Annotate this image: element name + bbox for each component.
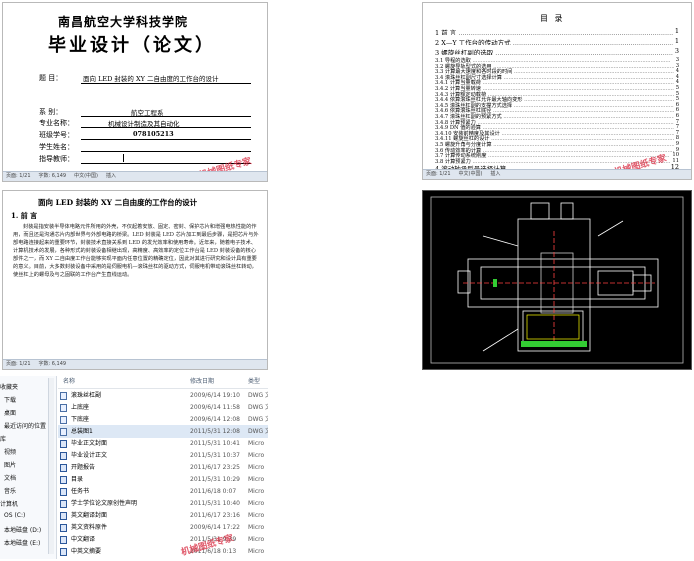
cover-title: 毕业设计（论文）	[48, 35, 216, 56]
word-doc-icon	[60, 452, 67, 460]
toc-entry-page: 1	[672, 27, 679, 35]
toc-entry[interactable]: 3 螺旋丝杠副的选取 .............................…	[435, 47, 679, 55]
header-date[interactable]: 修改日期	[190, 376, 214, 388]
intro-heading: 1. 前 言	[11, 211, 38, 220]
nav-item[interactable]: 收藏夹	[0, 382, 18, 391]
assembly-drawing	[430, 196, 684, 364]
toc-entry[interactable]: 1 前 言 ..................................…	[435, 27, 679, 35]
nav-item[interactable]: 计算机	[0, 499, 18, 508]
nav-item[interactable]: 文档	[4, 473, 16, 482]
column-headers: 名称 修改日期 类型	[58, 376, 268, 389]
word-doc-icon	[60, 464, 67, 472]
nav-item[interactable]: 库	[0, 434, 6, 443]
field-label-dept: 系 别：	[39, 108, 63, 116]
university-name: 南昌航空大学科技学院	[58, 15, 189, 29]
word-doc-icon	[60, 548, 67, 556]
cad-drawing-panel	[422, 190, 692, 370]
word-doc-icon	[60, 512, 67, 520]
dwg-file-icon	[60, 392, 67, 400]
toc-entry-page: 1	[672, 37, 679, 45]
field-label-class: 班级学号：	[39, 131, 74, 139]
dwg-file-icon	[60, 416, 67, 424]
nav-item[interactable]: 视频	[4, 447, 16, 456]
status-bar: 页面: 1/21 字数: 6,149	[3, 359, 267, 369]
file-name: 中英文摘要	[71, 548, 102, 555]
nav-item[interactable]: 图片	[4, 460, 16, 469]
header-name[interactable]: 名称	[63, 376, 75, 388]
dwg-file-icon	[60, 404, 67, 412]
nav-item[interactable]: 本地磁盘 (D:)	[4, 525, 41, 534]
navigation-pane: 收藏夹下载桌面最近访问的位置库视频图片文档音乐计算机 OS (C:) 本地磁盘 (D…	[0, 376, 57, 559]
header-type[interactable]: 类型	[248, 376, 260, 388]
nav-item[interactable]: 最近访问的位置	[4, 421, 46, 430]
toc-entry-text: 1 前 言	[435, 29, 457, 35]
cover-page-panel: 南昌航空大学科技学院 毕业设计（论文） 题 目： 面向 LED 封装的 XY 二…	[2, 2, 268, 182]
file-type: Micro	[248, 548, 265, 555]
field-label-advisor: 指导教师：	[39, 155, 74, 163]
field-label-title: 题 目：	[39, 74, 63, 82]
field-label-student: 学生姓名：	[39, 143, 74, 151]
file-explorer-panel: 收藏夹下载桌面最近访问的位置库视频图片文档音乐计算机 OS (C:) 本地磁盘 (D…	[0, 376, 268, 559]
nav-item[interactable]: 本地磁盘 (E:)	[4, 538, 40, 547]
file-row[interactable]: 中英文摘要 2011/6/18 0:13 Micro	[58, 545, 268, 558]
intro-page-panel: 面向 LED 封装的 XY 二自由度的工作台的设计 1. 前 言 封装是指安装半…	[2, 190, 268, 370]
nav-scrollbar[interactable]	[48, 378, 54, 554]
nav-item[interactable]: 音乐	[4, 486, 16, 495]
field-value-class: 078105213	[133, 130, 174, 138]
text-cursor	[123, 154, 124, 162]
field-value-title: 面向 LED 封装的 XY 二自由度的工作台的设计	[83, 75, 219, 83]
toc-title: 目 录	[540, 14, 565, 23]
word-doc-icon	[60, 488, 67, 496]
status-bar: 页面: 1/21 字数: 6,149 中文(中国) 插入	[3, 171, 267, 181]
nav-item[interactable]: 桌面	[4, 408, 16, 417]
word-doc-icon	[60, 476, 67, 484]
toc-page-panel: 目 录 1 前 言 ..............................…	[422, 2, 692, 180]
intro-body: 封装是指安装半导体电路元件所用的外壳，不仅起着安放、固定、密封、保护芯片和增强电…	[13, 224, 259, 278]
nav-item[interactable]: 下载	[4, 395, 16, 404]
field-label-major: 专业名称：	[39, 119, 74, 127]
nav-item[interactable]: OS (C:)	[4, 512, 25, 519]
toc-entry[interactable]: 2 X—Y 工作台的传动方式 .........................…	[435, 37, 679, 45]
toc-entry-page: 3	[672, 47, 679, 55]
toc-entry-text: 3 螺旋丝杠副的选取	[435, 49, 494, 55]
word-doc-icon	[60, 524, 67, 532]
dwg-file-icon	[60, 428, 67, 436]
status-bar: 页面: 1/21 中文(中国) 插入	[423, 169, 691, 179]
word-doc-icon	[60, 440, 67, 448]
word-doc-icon	[60, 536, 67, 544]
intro-title: 面向 LED 封装的 XY 二自由度的工作台的设计	[38, 198, 198, 207]
word-doc-icon	[60, 500, 67, 508]
toc-entry-text: 2 X—Y 工作台的传动方式	[435, 39, 511, 45]
